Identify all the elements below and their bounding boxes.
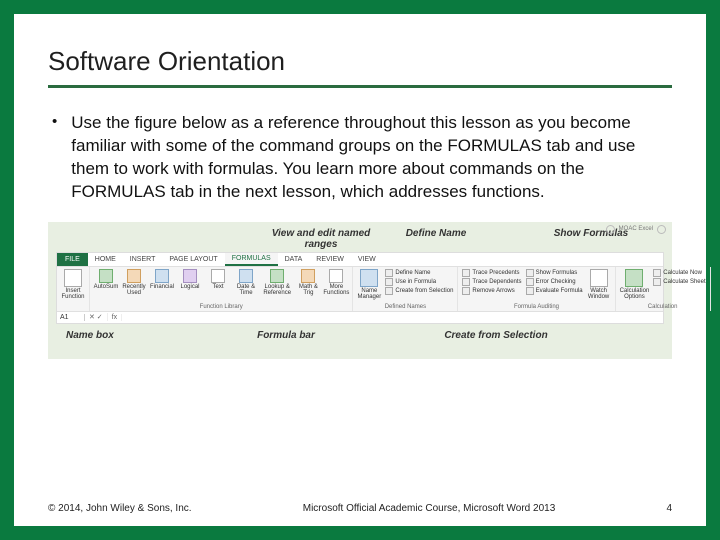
calc-now-icon — [653, 269, 661, 277]
ribbon-groups: Insert Function AutoSum Recently Used Fi… — [57, 267, 663, 311]
callouts-top: View and edit named ranges Define Name S… — [56, 228, 664, 250]
bullet-block: • Use the figure below as a reference th… — [48, 112, 672, 204]
group-insert-function: Insert Function — [57, 267, 90, 311]
name-manager-button[interactable]: Name Manager — [357, 269, 381, 301]
bullet-text: Use the figure below as a reference thro… — [71, 112, 672, 204]
fx-icon — [64, 269, 82, 287]
footer-copyright: © 2014, John Wiley & Sons, Inc. — [48, 503, 192, 514]
fx-controls[interactable]: ✕ ✓ — [85, 313, 108, 321]
group-defined-names: Name Manager Define Name Use in Formula … — [353, 267, 458, 311]
auditing-right: Show Formulas Error Checking Evaluate Fo… — [526, 269, 583, 295]
name-box[interactable]: A1 — [57, 314, 85, 321]
calculation-options-button[interactable]: Calculation Options — [620, 269, 650, 301]
slide-footer: © 2014, John Wiley & Sons, Inc. Microsof… — [48, 503, 672, 514]
date-time-button[interactable]: Date & Time — [234, 269, 258, 297]
callout-view-edit-named-ranges: View and edit named ranges — [256, 228, 386, 250]
defined-names-label: Defined Names — [357, 303, 453, 310]
tab-review[interactable]: REVIEW — [309, 253, 351, 266]
trace-precedents-button[interactable]: Trace Precedents — [462, 269, 521, 277]
lookup-icon — [270, 269, 284, 283]
show-formulas-button[interactable]: Show Formulas — [526, 269, 583, 277]
define-name-button[interactable]: Define Name — [385, 269, 453, 277]
footer-page-number: 4 — [666, 503, 672, 514]
tab-home[interactable]: HOME — [88, 253, 123, 266]
formula-bar-row: A1 ✕ ✓ fx — [57, 311, 663, 323]
calculate-sheet-button[interactable]: Calculate Sheet — [653, 278, 705, 286]
recently-used-button[interactable]: Recently Used — [122, 269, 146, 297]
slide-title: Software Orientation — [48, 46, 672, 88]
tab-data[interactable]: DATA — [278, 253, 310, 266]
auditing-left: Trace Precedents Trace Dependents Remove… — [462, 269, 521, 295]
ribbon-figure: View and edit named ranges Define Name S… — [48, 222, 672, 359]
more-functions-button[interactable]: More Functions — [324, 269, 348, 297]
insert-function-button[interactable]: Insert Function — [61, 269, 85, 301]
more-icon — [329, 269, 343, 283]
bullet-marker: • — [52, 112, 57, 204]
window-badge: MOAC Excel — [606, 225, 666, 234]
theta-icon — [301, 269, 315, 283]
tag-icon — [385, 269, 393, 277]
callout-create-from-selection: Create from Selection — [396, 330, 596, 341]
text-button[interactable]: Text — [206, 269, 230, 291]
badge-text: MOAC Excel — [619, 226, 653, 232]
financial-button[interactable]: Financial — [150, 269, 174, 291]
collapse-icon — [657, 225, 666, 234]
fx-small-icon — [385, 278, 393, 286]
remove-arrows-button[interactable]: Remove Arrows — [462, 287, 521, 295]
error-checking-button[interactable]: Error Checking — [526, 278, 583, 286]
trace-dependents-button[interactable]: Trace Dependents — [462, 278, 521, 286]
arrow-in-icon — [462, 269, 470, 277]
text-icon — [211, 269, 225, 283]
tab-formulas[interactable]: FORMULAS — [225, 253, 278, 266]
footer-course: Microsoft Official Academic Course, Micr… — [192, 503, 667, 514]
sigma-icon — [99, 269, 113, 283]
autosum-button[interactable]: AutoSum — [94, 269, 118, 291]
defined-names-stack: Define Name Use in Formula Create from S… — [385, 269, 453, 295]
group-formula-auditing: Trace Precedents Trace Dependents Remove… — [458, 267, 615, 311]
group-function-library: AutoSum Recently Used Financial Logical … — [90, 267, 353, 311]
formula-icon — [526, 269, 534, 277]
lookup-button[interactable]: Lookup & Reference — [262, 269, 292, 297]
tab-page-layout[interactable]: PAGE LAYOUT — [162, 253, 224, 266]
eval-icon — [526, 287, 534, 295]
calc-sheet-icon — [653, 278, 661, 286]
star-icon — [127, 269, 141, 283]
math-trig-button[interactable]: Math & Trig — [296, 269, 320, 297]
use-in-formula-button[interactable]: Use in Formula — [385, 278, 453, 286]
tab-view[interactable]: VIEW — [351, 253, 383, 266]
calc-icon — [625, 269, 643, 287]
selection-icon — [385, 287, 393, 295]
excel-ribbon: MOAC Excel FILE HOME INSERT PAGE LAYOUT … — [56, 252, 664, 324]
coin-icon — [155, 269, 169, 283]
function-library-label: Function Library — [94, 303, 348, 310]
logical-button[interactable]: Logical — [178, 269, 202, 291]
clock-icon — [239, 269, 253, 283]
callout-formula-bar: Formula bar — [176, 330, 396, 341]
calculate-now-button[interactable]: Calculate Now — [653, 269, 705, 277]
watch-icon — [590, 269, 608, 287]
calc-stack: Calculate Now Calculate Sheet — [653, 269, 705, 286]
watch-window-button[interactable]: Watch Window — [587, 269, 611, 301]
ribbon-tabs: FILE HOME INSERT PAGE LAYOUT FORMULAS DA… — [57, 253, 663, 267]
callout-name-box: Name box — [56, 330, 176, 341]
evaluate-formula-button[interactable]: Evaluate Formula — [526, 287, 583, 295]
name-manager-icon — [360, 269, 378, 287]
help-icon — [606, 225, 615, 234]
group-calculation: Calculation Options Calculate Now Calcul… — [616, 267, 711, 311]
calculation-label: Calculation — [620, 303, 706, 310]
callout-define-name: Define Name — [386, 228, 486, 250]
callouts-bottom: Name box Formula bar Create from Selecti… — [56, 330, 664, 341]
slide: Software Orientation • Use the figure be… — [14, 14, 706, 526]
arrow-out-icon — [462, 278, 470, 286]
tab-insert[interactable]: INSERT — [123, 253, 163, 266]
remove-arrow-icon — [462, 287, 470, 295]
create-from-selection-button[interactable]: Create from Selection — [385, 287, 453, 295]
fx-label[interactable]: fx — [108, 314, 122, 321]
file-tab[interactable]: FILE — [57, 253, 88, 266]
warning-icon — [526, 278, 534, 286]
question-icon — [183, 269, 197, 283]
formula-auditing-label: Formula Auditing — [462, 303, 610, 310]
insert-function-label: Insert Function — [61, 288, 85, 301]
